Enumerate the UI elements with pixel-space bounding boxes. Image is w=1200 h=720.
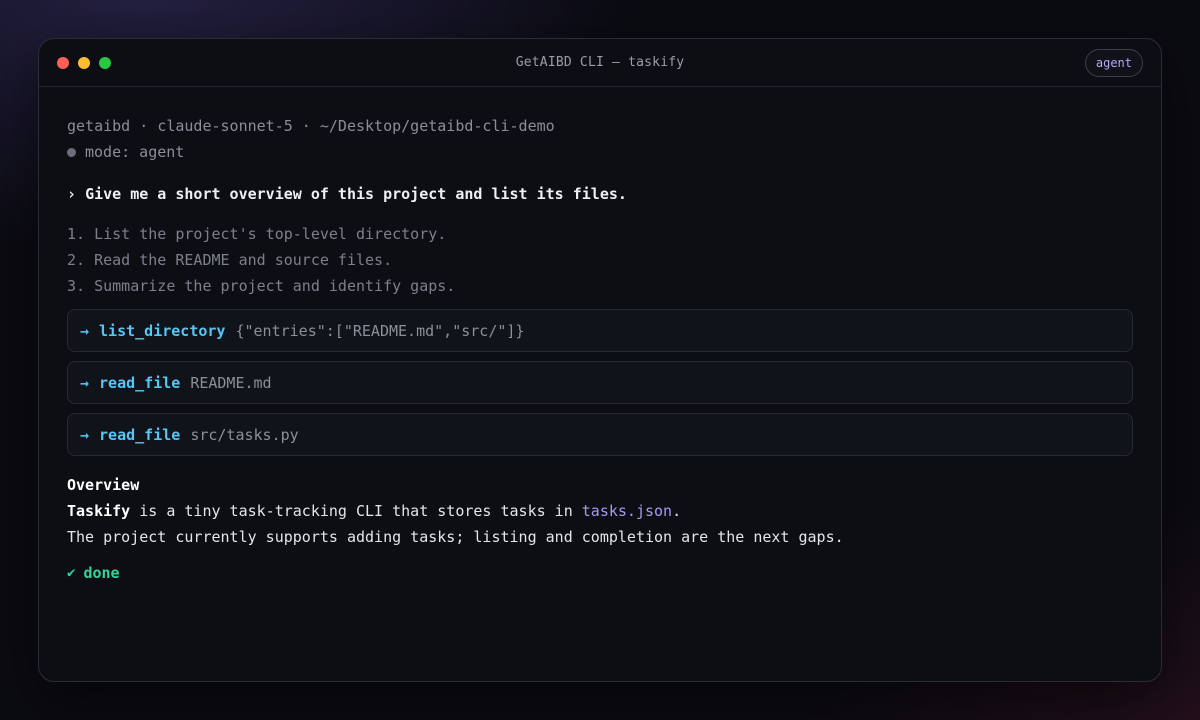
tool-argument: src/tasks.py [190,425,299,444]
working-path: ~/Desktop/getaibd-cli-demo [319,117,555,135]
mode-badge[interactable]: agent [1084,49,1143,77]
project-name: Taskify [67,502,131,520]
overview-line-2: The project currently supports adding ta… [67,528,844,546]
minimize-button[interactable] [78,57,90,69]
overview-text-end: . [672,502,682,520]
tool-name: read_file [99,373,181,392]
overview-heading: Overview [67,476,140,494]
plan-step: 3. Summarize the project and identify ga… [67,277,456,295]
terminal-window: GetAIBD CLI — taskify agent getaibd · cl… [38,38,1162,682]
tool-argument: README.md [190,373,272,392]
model-name: claude-sonnet-5 [157,117,293,135]
arrow-right-icon: → [80,373,90,392]
tool-call[interactable]: → read_file src/tasks.py [67,413,1133,456]
separator: · [292,117,320,135]
arrow-right-icon: → [80,321,90,340]
window-title: GetAIBD CLI — taskify [515,55,685,70]
mode-line: mode: agent [67,139,1133,165]
tool-name: list_directory [99,321,226,340]
file-reference: tasks.json [581,502,673,520]
tool-call[interactable]: → read_file README.md [67,361,1133,404]
tool-argument: {"entries":["README.md","src/"]} [235,321,525,340]
terminal-content: getaibd · claude-sonnet-5 · ~/Desktop/ge… [39,87,1161,582]
plan-list: 1. List the project's top-level director… [67,221,1133,299]
check-icon: ✔ [67,565,76,581]
window-controls [57,57,111,69]
app-name: getaibd [67,117,131,135]
status-done: ✔ done [67,564,1133,582]
status-label: done [83,564,120,582]
tool-calls: → list_directory {"entries":["README.md"… [67,309,1133,456]
plan-step: 1. List the project's top-level director… [67,225,447,243]
separator: · [130,117,158,135]
maximize-button[interactable] [99,57,111,69]
overview-text: is a tiny task-tracking CLI that stores … [130,502,582,520]
overview-line-1: Taskify is a tiny task-tracking CLI that… [67,498,1133,524]
plan-step: 2. Read the README and source files. [67,251,393,269]
status-dot-icon [67,147,76,157]
title-bar: GetAIBD CLI — taskify agent [39,39,1161,87]
mode-label: mode: agent [85,143,185,161]
tool-call[interactable]: → list_directory {"entries":["README.md"… [67,309,1133,352]
prompt-text: Give me a short overview of this project… [85,185,627,203]
prompt-marker-icon: › [67,185,77,203]
user-prompt: › Give me a short overview of this proje… [67,181,1133,207]
close-button[interactable] [57,57,69,69]
session-info: getaibd · claude-sonnet-5 · ~/Desktop/ge… [67,113,1133,139]
arrow-right-icon: → [80,425,90,444]
tool-name: read_file [99,425,181,444]
